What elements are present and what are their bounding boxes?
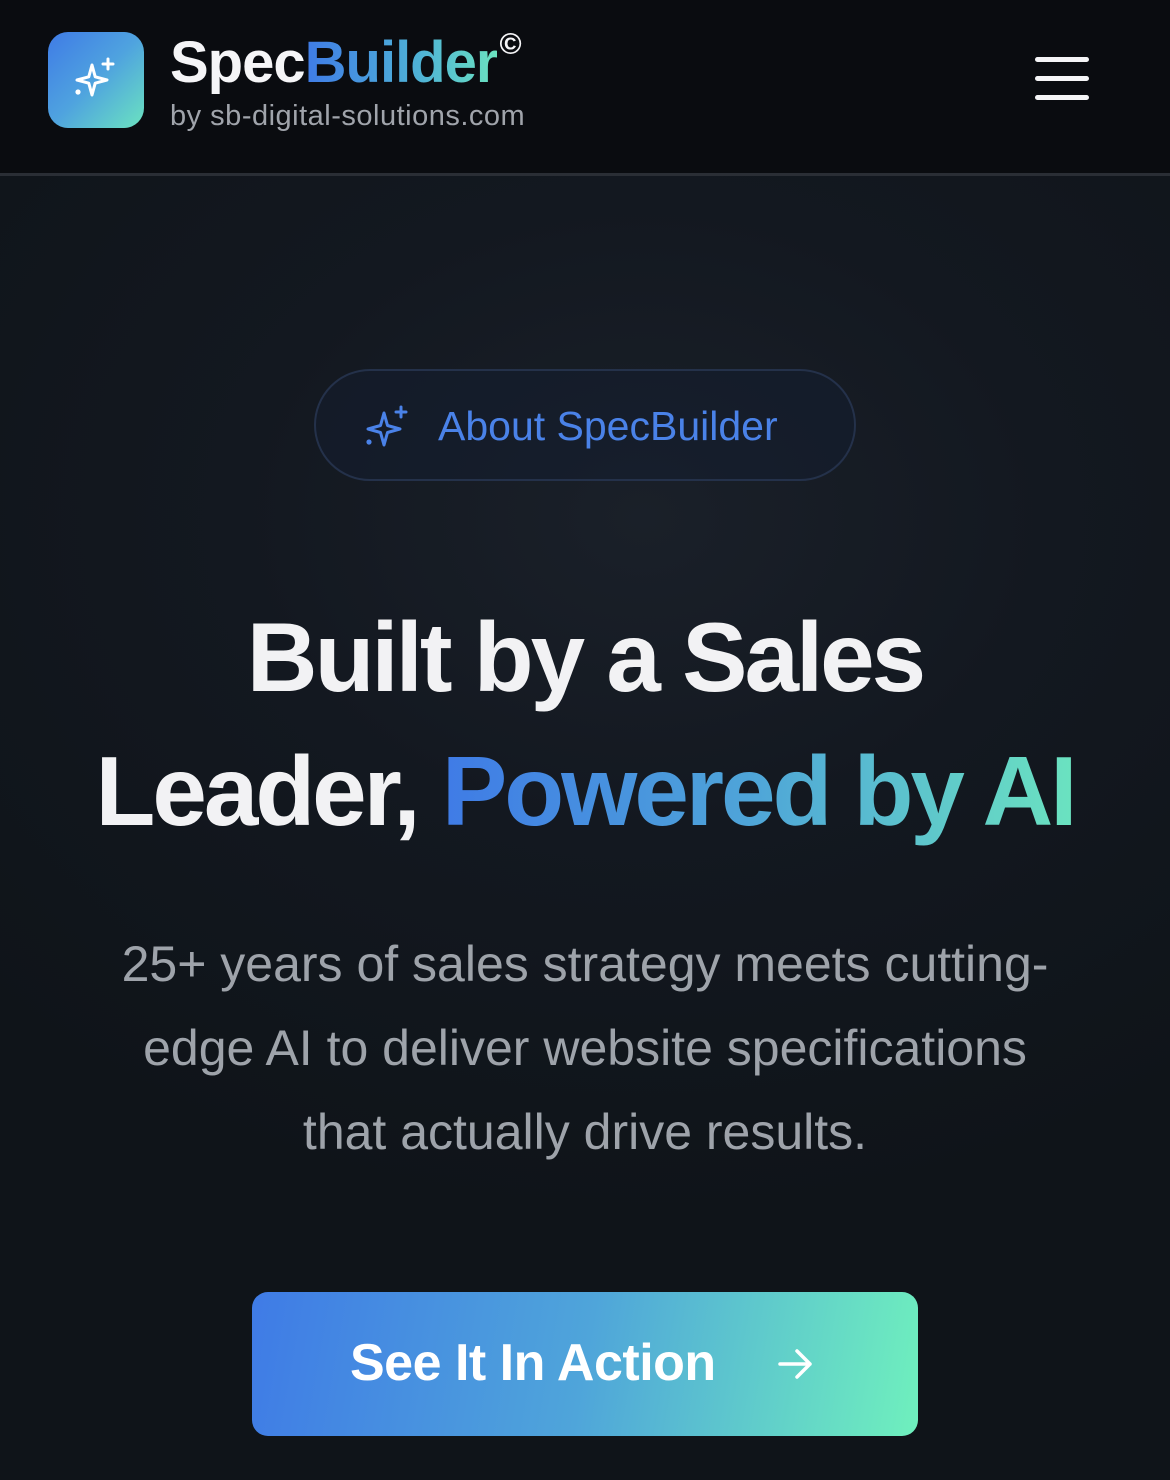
logo[interactable]	[48, 32, 144, 128]
headline-line-1: Built by a Sales	[246, 602, 926, 712]
subtext-line-3: that actually drive results.	[302, 1104, 868, 1160]
brand-name-part2: Builder	[304, 30, 499, 95]
cta-label: See It In Action	[350, 1334, 716, 1392]
sparkles-icon	[366, 405, 408, 447]
sparkles-icon	[75, 57, 115, 97]
subtext-line-2: edge AI to deliver website specification…	[143, 1020, 1027, 1076]
copyright-mark: ©	[499, 28, 521, 61]
page: SpecBuilder© by sb-digital-solutions.com…	[0, 0, 1170, 1480]
brand-name[interactable]: SpecBuilder©	[170, 28, 522, 98]
about-badge: About SpecBuilder	[314, 369, 856, 481]
headline-accent: Powered by AI	[441, 736, 1078, 846]
subtext-line-1: 25+ years of sales strategy meets cuttin…	[121, 936, 1049, 992]
brand-name-part1: Spec	[170, 30, 306, 95]
badge-label: About SpecBuilder	[438, 403, 778, 449]
brand-subtitle: by sb-digital-solutions.com	[170, 100, 526, 132]
hero-headline: Built by a Sales Leader, Powered by AI	[0, 590, 1170, 858]
menu-button[interactable]	[1026, 50, 1098, 108]
arrow-right-icon	[778, 1349, 812, 1379]
headline-line-2: Leader, Powered by AI	[0, 724, 1170, 858]
hamburger-menu-icon-bar	[1035, 76, 1089, 81]
hero-subtext: 25+ years of sales strategy meets cuttin…	[40, 922, 1130, 1174]
hamburger-menu-icon-bar	[1035, 57, 1089, 62]
headline-plain: Leader,	[95, 736, 442, 846]
see-it-in-action-button[interactable]: See It In Action	[252, 1292, 918, 1436]
hamburger-menu-icon-bar	[1035, 95, 1089, 100]
site-header: SpecBuilder© by sb-digital-solutions.com	[0, 0, 1170, 176]
